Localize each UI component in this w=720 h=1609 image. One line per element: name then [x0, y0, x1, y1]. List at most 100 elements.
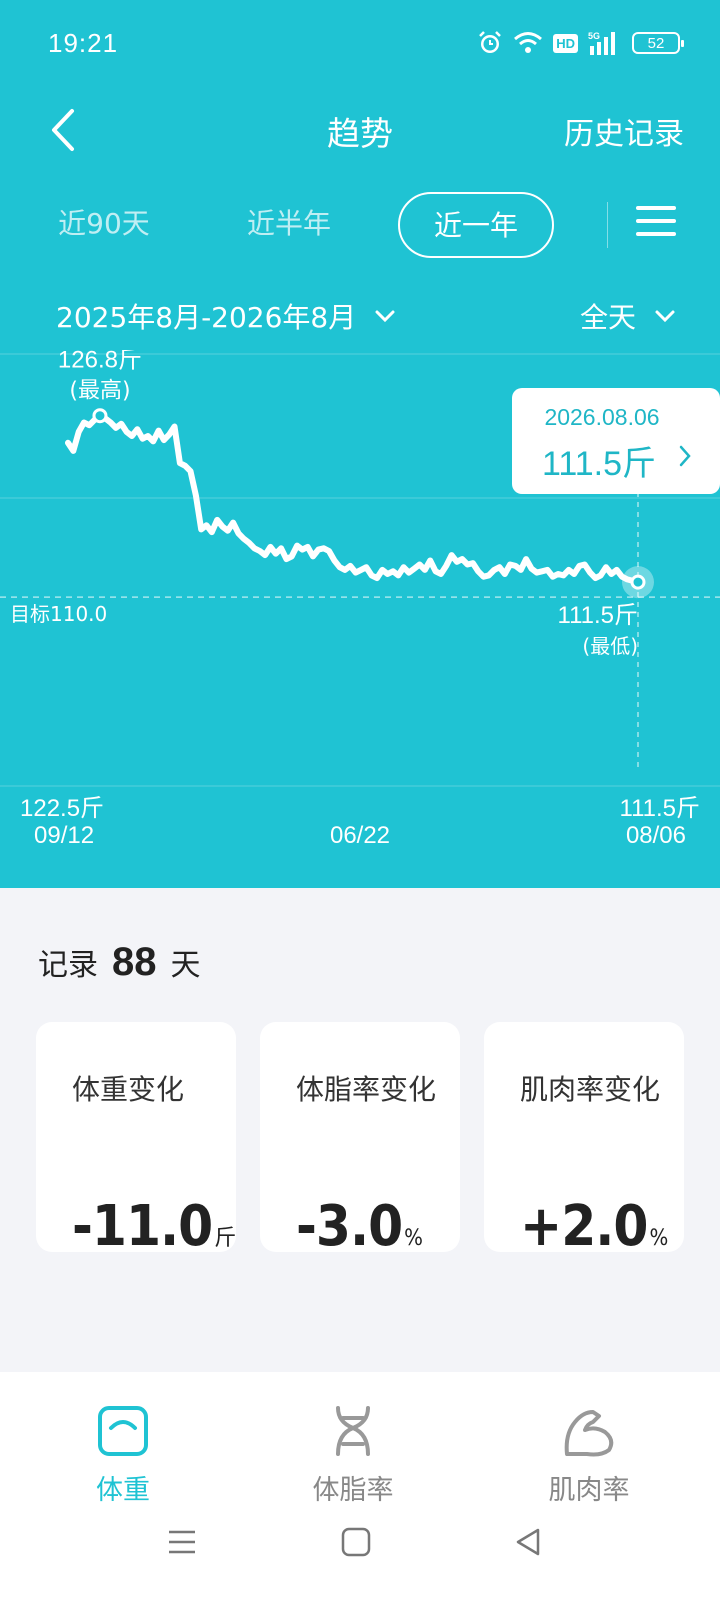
- data-point: [529, 566, 534, 571]
- muscle-change-card[interactable]: 肌肉率变化 +2.0%: [484, 1022, 684, 1259]
- data-point: [241, 536, 246, 541]
- data-point: [183, 463, 188, 468]
- data-point: [231, 520, 236, 525]
- data-point: [550, 574, 555, 579]
- data-point: [135, 427, 140, 432]
- tab-one-year[interactable]: 近一年: [398, 192, 554, 258]
- dna-icon: [336, 1406, 370, 1456]
- record-count: 88: [112, 940, 157, 984]
- data-point: [295, 543, 300, 548]
- data-point: [391, 569, 395, 574]
- data-point: [545, 567, 550, 572]
- hd-badge: HD: [553, 33, 578, 53]
- day-part-label: 全天: [579, 301, 636, 334]
- signal-icon: 5G: [588, 30, 622, 56]
- data-point: [417, 562, 422, 567]
- data-point: [108, 420, 113, 425]
- bottom-tab-weight[interactable]: 体重: [48, 1404, 198, 1507]
- date-range-dropdown[interactable]: 2025年8月-2026年8月: [56, 296, 396, 336]
- data-point: [588, 570, 593, 575]
- data-point: [263, 553, 268, 558]
- data-point: [337, 565, 342, 570]
- alarm-icon: [477, 30, 503, 56]
- data-point: [305, 544, 310, 549]
- home-button[interactable]: [326, 1512, 386, 1572]
- data-point: [172, 424, 177, 429]
- data-point: [343, 567, 347, 572]
- data-point: [385, 572, 390, 576]
- card-value: +2.0%: [520, 1194, 668, 1259]
- data-point: [582, 562, 587, 567]
- selected-point-tooltip[interactable]: 2026.08.06 111.5斤: [512, 388, 720, 494]
- selected-point-marker[interactable]: [630, 574, 646, 590]
- mid-date: 06/22: [329, 822, 391, 849]
- data-point: [598, 573, 603, 578]
- data-point: [609, 572, 614, 576]
- data-point: [209, 530, 214, 535]
- nav-bar: 趋势 历史记录: [0, 95, 720, 165]
- menu-icon: [636, 206, 676, 210]
- history-button[interactable]: 历史记录: [564, 109, 684, 153]
- data-point: [225, 528, 230, 533]
- data-point: [486, 573, 491, 578]
- data-point: [369, 573, 374, 578]
- card-label: 肌肉率变化: [520, 1073, 661, 1106]
- record-suffix: 天: [170, 948, 201, 983]
- data-point: [268, 544, 273, 549]
- data-point: [572, 572, 577, 576]
- data-point: [204, 523, 209, 528]
- data-point: [332, 558, 337, 563]
- svg-text:5G: 5G: [588, 31, 600, 41]
- data-point: [540, 569, 545, 574]
- bottom-tab-muscle[interactable]: 肌肉率: [514, 1404, 664, 1507]
- bottom-tab-body-fat[interactable]: 体脂率: [278, 1404, 428, 1507]
- data-point: [311, 554, 315, 559]
- date-range-label: 2025年8月-2026年8月: [56, 301, 357, 334]
- day-part-dropdown[interactable]: 全天: [580, 296, 676, 336]
- tooltip-value: 111.5斤: [542, 445, 657, 483]
- data-point: [156, 428, 161, 433]
- square-home-icon: [341, 1527, 371, 1557]
- menu-button[interactable]: [636, 206, 676, 242]
- card-label: 体重变化: [72, 1073, 185, 1106]
- tab-90-days[interactable]: 近90天: [40, 192, 168, 258]
- data-point: [444, 563, 449, 568]
- end-value: 111.5斤: [619, 795, 701, 822]
- data-point: [236, 531, 241, 536]
- data-point: [321, 546, 326, 551]
- card-value: -3.0%: [296, 1194, 423, 1259]
- scale-icon: [98, 1406, 148, 1456]
- data-point: [380, 567, 385, 572]
- data-point: [252, 546, 257, 551]
- bottom-tab-label: 肌肉率: [548, 1475, 630, 1506]
- tab-half-year[interactable]: 近半年: [224, 192, 354, 258]
- max-note-label: (最高): [69, 379, 130, 404]
- data-point: [327, 549, 331, 553]
- data-point: [502, 572, 507, 576]
- chevron-down-icon: [375, 310, 395, 323]
- end-date: 08/06: [625, 822, 686, 849]
- data-point: [534, 570, 539, 575]
- body-fat-change-card[interactable]: 体脂率变化 -3.0%: [260, 1022, 460, 1259]
- data-point: [316, 547, 321, 552]
- target-label: 目标110.0: [10, 602, 107, 626]
- data-point: [279, 546, 284, 551]
- system-back-button[interactable]: [498, 1512, 558, 1572]
- start-value: 122.5斤: [20, 795, 105, 822]
- min-value-label: 111.5斤: [558, 602, 639, 629]
- data-point: [508, 562, 513, 567]
- data-point: [566, 567, 571, 572]
- data-point: [177, 461, 182, 466]
- tab-divider: [607, 202, 608, 248]
- recent-apps-button[interactable]: [152, 1512, 212, 1572]
- data-point: [422, 567, 427, 572]
- bottom-tab-label: 体脂率: [312, 1475, 394, 1506]
- data-point: [497, 565, 502, 570]
- data-point: [124, 429, 129, 434]
- data-point: [113, 425, 118, 430]
- data-point: [151, 439, 156, 444]
- card-unit: %: [649, 1226, 668, 1251]
- weight-change-card[interactable]: 体重变化 -11.0斤: [36, 1022, 236, 1259]
- max-value-label: 126.8斤: [58, 350, 142, 374]
- data-point: [215, 517, 220, 522]
